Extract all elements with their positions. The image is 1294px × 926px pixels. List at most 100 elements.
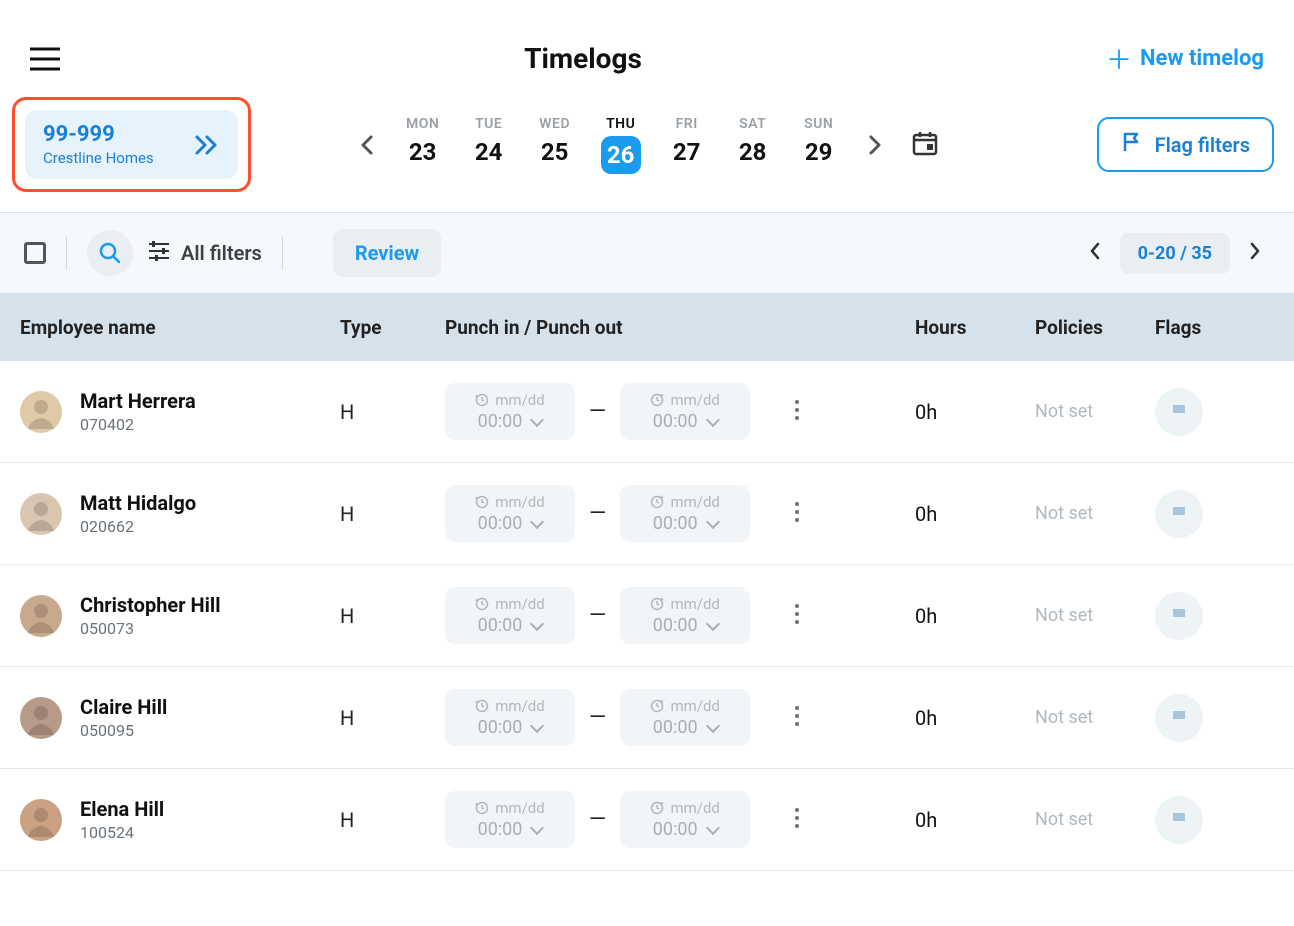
punch-time-input[interactable]: mm/dd00:00 [445, 485, 575, 542]
calendar-day[interactable]: SUN29 [789, 116, 849, 174]
clock-icon [475, 699, 489, 713]
flag-button[interactable] [1155, 388, 1203, 436]
punch-separator: — [589, 399, 606, 424]
chevron-down-icon [704, 513, 718, 534]
employee-name: Matt Hidalgo [80, 491, 196, 515]
table-row: Christopher Hill050073Hmm/dd00:00—mm/dd0… [0, 565, 1294, 667]
chevron-down-icon [528, 819, 542, 840]
day-label: SAT [739, 116, 766, 132]
calendar-day[interactable]: FRI27 [657, 116, 717, 174]
punch-time-input[interactable]: mm/dd00:00 [620, 587, 750, 644]
punch-time-placeholder: 00:00 [478, 819, 523, 840]
divider [282, 236, 283, 270]
flag-button[interactable] [1155, 796, 1203, 844]
punch-date-placeholder: mm/dd [495, 595, 544, 613]
hours-cell: 0h [915, 502, 1035, 526]
flag-icon [1169, 810, 1189, 830]
search-icon [99, 242, 121, 264]
calendar-day[interactable]: THU26 [591, 116, 651, 174]
punch-date-placeholder: mm/dd [670, 697, 719, 715]
col-punch: Punch in / Punch out [445, 316, 915, 339]
punch-date-placeholder: mm/dd [495, 391, 544, 409]
punch-date-placeholder: mm/dd [670, 391, 719, 409]
hours-cell: 0h [915, 604, 1035, 628]
punch-time-input[interactable]: mm/dd 00:00 [445, 791, 575, 848]
punch-date-placeholder: mm/dd [495, 697, 544, 715]
punch-time-input[interactable]: mm/dd00:00 [445, 689, 575, 746]
select-all-checkbox[interactable] [24, 242, 46, 264]
hours-cell: 0h [915, 808, 1035, 832]
row-more-button[interactable] [794, 603, 800, 629]
calendar-day[interactable]: TUE24 [459, 116, 519, 174]
punch-time-input[interactable]: mm/dd00:00 [620, 485, 750, 542]
divider [66, 236, 67, 270]
punch-time-placeholder: 00:00 [653, 513, 698, 534]
col-employee-name: Employee name [20, 316, 340, 339]
punch-date-placeholder: mm/dd [495, 493, 544, 511]
punch-time-placeholder: 00:00 [653, 819, 698, 840]
day-number: 23 [409, 138, 437, 166]
project-chip[interactable]: 99-999 Crestline Homes [25, 110, 238, 179]
new-timelog-button[interactable]: ＋ New timelog [1106, 40, 1264, 77]
pager-next-button[interactable] [1240, 242, 1270, 264]
flag-icon [1169, 402, 1189, 422]
row-more-button[interactable] [794, 501, 800, 527]
hours-cell: 0h [915, 706, 1035, 730]
policies-cell: Not set [1035, 503, 1155, 524]
employee-id: 050095 [80, 721, 167, 740]
punch-time-input[interactable]: mm/dd 00:00 [620, 689, 750, 746]
filter-toolbar: All filters Review 0-20 / 35 [0, 212, 1294, 294]
calendar-day[interactable]: SAT 28 [723, 116, 783, 174]
punch-time-input[interactable]: mm/dd00:00 [620, 791, 750, 848]
flag-button[interactable] [1155, 592, 1203, 640]
row-more-button[interactable] [794, 807, 800, 833]
policies-cell: Not set [1035, 605, 1155, 626]
punch-time-placeholder: 00:00 [653, 717, 698, 738]
employee-name: Mart Herrera [80, 389, 196, 413]
pager-range[interactable]: 0-20 / 35 [1120, 233, 1230, 274]
avatar [20, 391, 62, 433]
sliders-icon [147, 240, 171, 267]
punch-date-placeholder: mm/dd [495, 799, 544, 817]
pager-prev-button[interactable] [1080, 242, 1110, 264]
calendar-day[interactable]: MON23 [393, 116, 453, 174]
type-cell: H [340, 808, 445, 832]
row-more-button[interactable] [794, 705, 800, 731]
calendar-next-button[interactable] [859, 129, 891, 161]
calendar-day[interactable]: WED25 [525, 116, 585, 174]
day-number: 28 [739, 138, 767, 166]
employee-id: 070402 [80, 415, 196, 434]
search-button[interactable] [87, 230, 133, 276]
policies-cell: Not set [1035, 401, 1155, 422]
type-cell: H [340, 502, 445, 526]
flag-button[interactable] [1155, 694, 1203, 742]
avatar [20, 595, 62, 637]
col-flags: Flags [1155, 316, 1235, 339]
chevron-down-icon [528, 717, 542, 738]
review-button[interactable]: Review [333, 229, 441, 277]
project-chip-highlight: 99-999 Crestline Homes [12, 97, 251, 192]
day-label: WED [539, 116, 570, 132]
calendar-prev-button[interactable] [351, 129, 383, 161]
flag-button[interactable] [1155, 490, 1203, 538]
flag-filters-button[interactable]: Flag filters [1097, 117, 1274, 172]
punch-time-input[interactable]: mm/dd00:00 [445, 587, 575, 644]
calendar-icon[interactable] [911, 129, 939, 161]
flag-filters-label: Flag filters [1155, 133, 1250, 157]
row-more-button[interactable] [794, 399, 800, 425]
project-name: Crestline Homes [43, 149, 154, 167]
punch-time-input[interactable]: mm/dd00:00 [620, 383, 750, 440]
chevron-down-icon [528, 513, 542, 534]
menu-icon[interactable] [30, 47, 60, 71]
punch-separator: — [589, 501, 606, 526]
chevron-double-right-icon [194, 134, 220, 156]
avatar [20, 697, 62, 739]
avatar [20, 493, 62, 535]
employee-name: Elena Hill [80, 797, 164, 821]
week-calendar: MON23TUE24WED25THU26FRI27 SAT 28 SUN29 [351, 116, 939, 174]
all-filters-button[interactable]: All filters [147, 240, 262, 267]
day-number: 29 [805, 138, 833, 166]
punch-time-input[interactable]: mm/dd00:00 [445, 383, 575, 440]
all-filters-label: All filters [181, 241, 262, 265]
type-cell: H [340, 400, 445, 424]
